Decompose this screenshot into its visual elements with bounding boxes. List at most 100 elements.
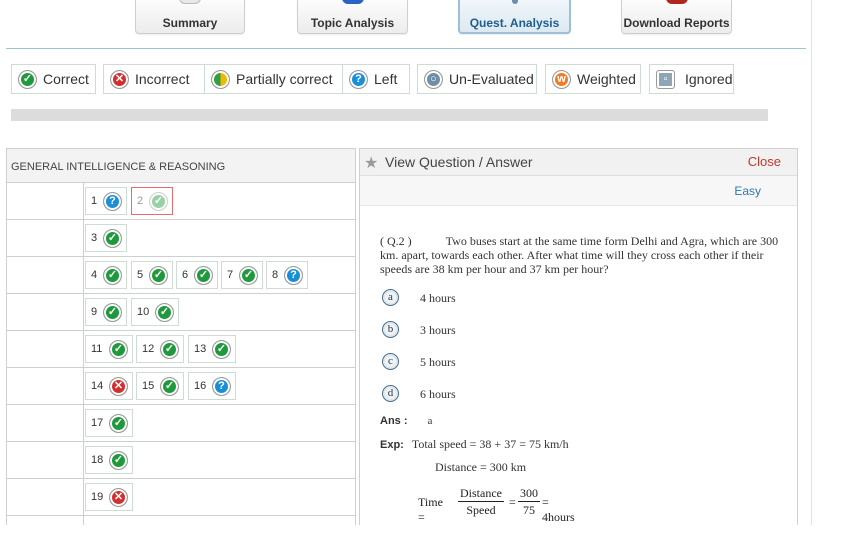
- table-row: 9 ✓ 10 ✓: [7, 294, 355, 331]
- question-chip-17[interactable]: 17 ✓: [85, 409, 133, 437]
- formula-equals: =: [509, 495, 516, 509]
- question-number: 19: [91, 491, 104, 503]
- tab-label: Quest. Analysis: [469, 16, 560, 30]
- question-number: 14: [91, 380, 104, 392]
- check-icon: ✓: [109, 451, 128, 470]
- check-icon: ✓: [109, 414, 128, 433]
- question-number: 9: [91, 306, 98, 318]
- question-chip-11[interactable]: 11 ✓: [85, 335, 133, 363]
- pdf-icon: [665, 0, 688, 4]
- fraction-values: 300 75: [518, 486, 540, 519]
- cross-icon: ✕: [109, 377, 128, 396]
- legend-label: Weighted: [577, 71, 636, 87]
- question-number: 6: [182, 269, 189, 281]
- option-text: 4 hours: [420, 291, 456, 305]
- question-chip-7[interactable]: 7 ✓: [221, 261, 263, 289]
- question-number: 3: [91, 232, 98, 244]
- answer-label: Ans :: [380, 415, 408, 427]
- check-icon: ✓: [155, 303, 174, 322]
- distance-line: Distance = 300 km: [435, 460, 527, 474]
- option-c: c 5 hours: [382, 353, 682, 373]
- option-text: 6 hours: [420, 387, 456, 401]
- option-b: b 3 hours: [382, 321, 682, 341]
- question-icon: ?: [349, 70, 368, 89]
- pie-chart-icon: [341, 0, 364, 4]
- panel-title: View Question / Answer: [385, 154, 533, 170]
- option-bubble: c: [382, 353, 399, 370]
- question-chip-2[interactable]: 2 ✓: [131, 187, 173, 215]
- fraction-numerator: Distance: [458, 486, 504, 502]
- unevaluated-icon: ○: [424, 70, 443, 89]
- question-chip-19[interactable]: 19 ✕: [85, 483, 133, 511]
- table-row: 17 ✓: [7, 405, 355, 442]
- question-chip-1[interactable]: 1?: [85, 187, 127, 215]
- check-icon: ✓: [149, 192, 168, 211]
- question-chip-12[interactable]: 12 ✓: [136, 335, 184, 363]
- tab-download-reports[interactable]: Download Reports: [621, 0, 732, 34]
- cross-icon: ✕: [110, 70, 129, 89]
- legend-correct: ✓ Correct: [11, 64, 96, 94]
- question-grid: GENERAL INTELLIGENCE & REASONING 1? 2 ✓ 3…: [6, 148, 356, 525]
- fraction-numerator: 300: [518, 486, 540, 502]
- check-icon: ✓: [160, 340, 179, 359]
- difficulty-bar: Easy: [360, 176, 797, 206]
- table-row: 1? 2 ✓: [7, 183, 355, 220]
- explanation-text: Total speed = 38 + 37 = 75 km/h: [411, 437, 569, 451]
- question-number: 15: [142, 380, 155, 392]
- option-bubble: a: [382, 289, 399, 306]
- check-icon: ✓: [239, 266, 258, 285]
- question-chip-8[interactable]: 8?: [266, 261, 308, 289]
- legend-label: Incorrect: [135, 71, 190, 87]
- report-tabs: Summary Topic Analysis Quest. Analysis D…: [0, 0, 845, 40]
- question-number: 12: [142, 343, 155, 355]
- tab-summary[interactable]: Summary: [135, 0, 245, 34]
- question-chip-4[interactable]: 4 ✓: [85, 261, 127, 289]
- question-number: 1: [91, 195, 98, 207]
- ignored-icon: ▫: [656, 70, 675, 89]
- question-icon: ?: [103, 192, 122, 211]
- answer-value: a: [427, 415, 433, 427]
- tab-label: Download Reports: [623, 16, 730, 30]
- question-chip-16[interactable]: 16?: [188, 372, 236, 400]
- table-row: 14 ✕ 15 ✓ 16?: [7, 368, 355, 405]
- check-icon: ✓: [18, 70, 37, 89]
- question-chip-5[interactable]: 5 ✓: [131, 261, 173, 289]
- question-chip-10[interactable]: 10 ✓: [131, 298, 179, 326]
- formula-result: = 4hours: [542, 495, 575, 524]
- question-chip-15[interactable]: 15 ✓: [136, 372, 184, 400]
- horizontal-scrollbar[interactable]: [11, 109, 768, 121]
- legend-label: Left: [374, 71, 398, 87]
- legend-incorrect: ✕ Incorrect: [103, 64, 206, 94]
- question-number: 2: [137, 195, 144, 207]
- fraction-denominator: 75: [523, 503, 535, 517]
- difficulty-label: Easy: [734, 184, 761, 198]
- table-row: 4 ✓ 5 ✓ 6 ✓ 7 ✓ 8?: [7, 257, 355, 294]
- question-number: 17: [91, 417, 104, 429]
- question-chip-14[interactable]: 14 ✕: [85, 372, 133, 400]
- table-row: [7, 516, 355, 553]
- table-row: 18 ✓: [7, 442, 355, 479]
- legend-partially-correct: Partially correct: [204, 64, 346, 94]
- question-number: 18: [91, 454, 104, 466]
- question-chip-3[interactable]: 3 ✓: [85, 224, 127, 252]
- cross-icon: ✕: [109, 488, 128, 507]
- question-chip-9[interactable]: 9 ✓: [85, 298, 127, 326]
- question-chip-6[interactable]: 6 ✓: [176, 261, 218, 289]
- option-bubble: d: [382, 385, 399, 402]
- question-icon: ?: [284, 266, 303, 285]
- tab-quest-analysis[interactable]: Quest. Analysis: [458, 0, 571, 34]
- summary-icon: [179, 0, 201, 4]
- close-button[interactable]: Close: [748, 154, 781, 169]
- page-scrollbar[interactable]: [811, 0, 812, 525]
- check-icon: ✓: [149, 266, 168, 285]
- check-icon: ✓: [103, 229, 122, 248]
- question-number: 10: [137, 306, 150, 318]
- divider: [6, 48, 806, 49]
- check-icon: ✓: [103, 303, 122, 322]
- tab-topic-analysis[interactable]: Topic Analysis: [297, 0, 408, 34]
- question-chip-13[interactable]: 13 ✓: [188, 335, 236, 363]
- question-number: ( Q.2 ): [380, 234, 412, 248]
- question-chip-18[interactable]: 18 ✓: [85, 446, 133, 474]
- check-icon: ✓: [160, 377, 179, 396]
- table-row: 11 ✓ 12 ✓ 13 ✓: [7, 331, 355, 368]
